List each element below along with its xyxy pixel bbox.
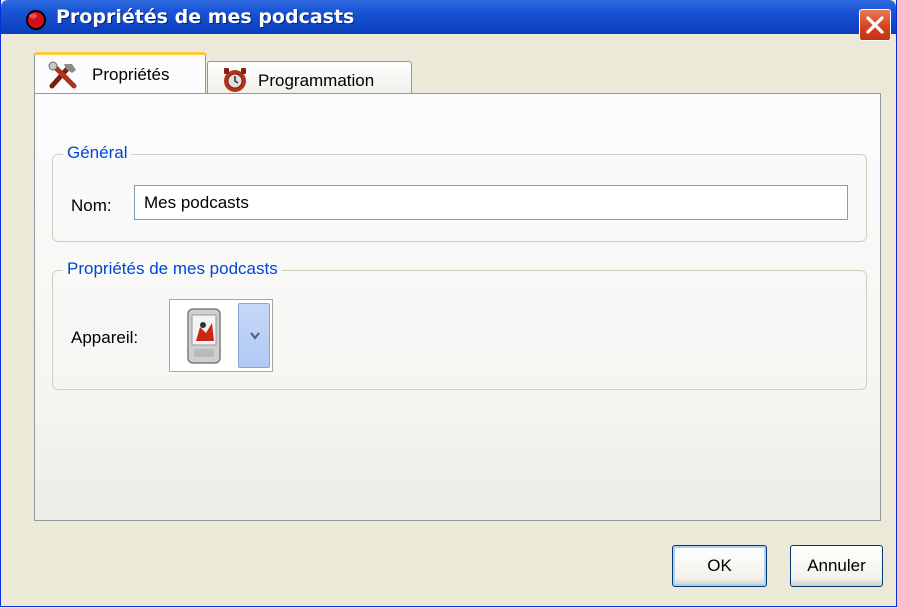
close-button[interactable] (859, 9, 891, 41)
tab-programmation[interactable]: Programmation (207, 61, 412, 96)
podcast-properties-groupbox: Propriétés de mes podcasts Appareil: (52, 259, 867, 390)
ok-button[interactable]: OK (672, 545, 767, 587)
general-groupbox: Général Nom: (52, 143, 867, 242)
tab-proprietes-label: Propriétés (92, 65, 170, 84)
dialog-window: Propriétés de mes podcasts Propriétés Pr… (0, 0, 897, 607)
device-selector[interactable] (169, 299, 273, 372)
general-legend: Général (63, 143, 132, 163)
podcast-properties-legend: Propriétés de mes podcasts (63, 259, 282, 279)
cancel-button[interactable]: Annuler (790, 545, 883, 587)
appareil-label: Appareil: (71, 328, 139, 347)
nom-input[interactable] (134, 185, 848, 220)
tab-programmation-label: Programmation (258, 71, 375, 90)
red-record-icon (25, 9, 46, 30)
tools-icon (46, 60, 82, 95)
tab-panel-proprietes: Général Nom: Propriétés de mes podcasts … (34, 93, 881, 521)
close-icon (866, 16, 884, 34)
nom-label: Nom: (71, 196, 112, 215)
title-bar[interactable]: Propriétés de mes podcasts (1, 0, 896, 41)
window-title: Propriétés de mes podcasts (56, 6, 355, 28)
device-dropdown-button[interactable] (238, 303, 270, 368)
media-player-icon (174, 303, 234, 368)
chevron-down-icon (250, 332, 260, 340)
tab-proprietes[interactable]: Propriétés (34, 52, 206, 93)
